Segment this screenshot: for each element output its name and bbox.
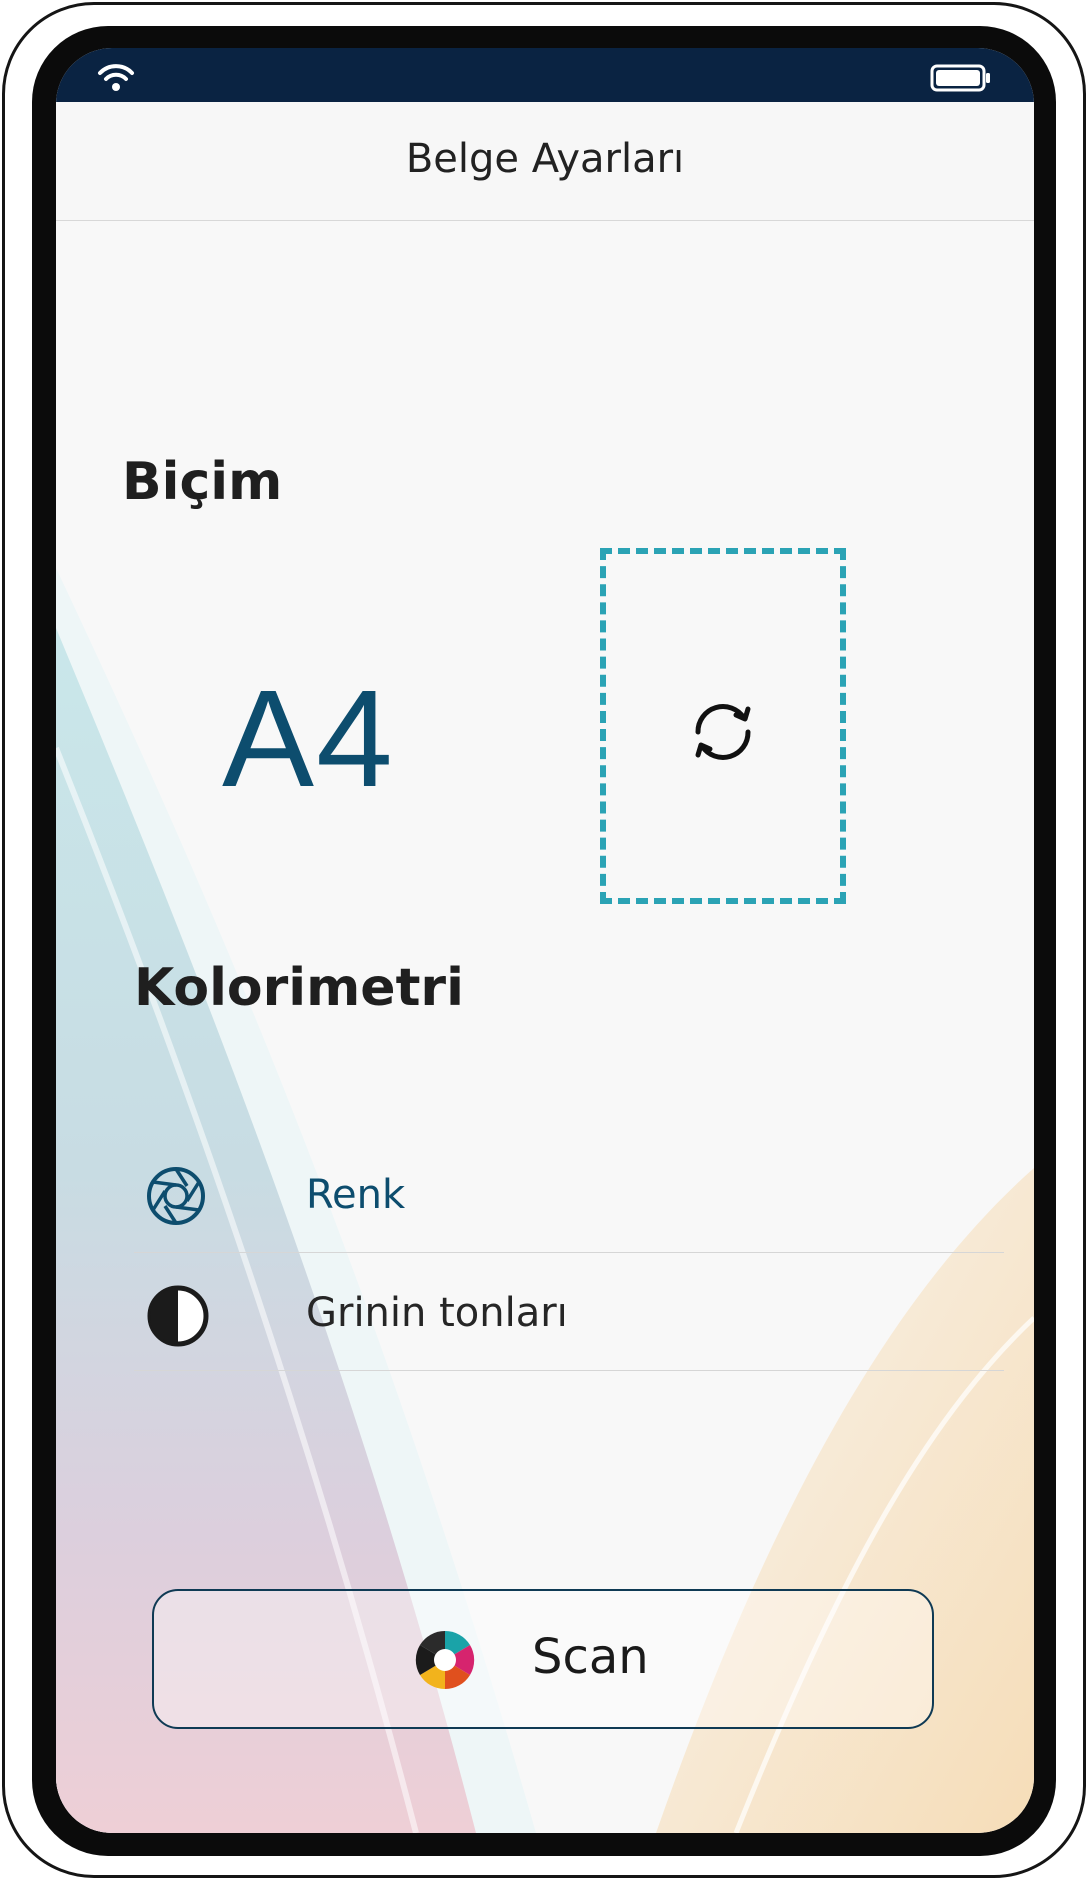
format-value[interactable]: A4 — [222, 660, 395, 819]
grayscale-option-label: Grinin tonları — [306, 1290, 568, 1336]
color-option-row[interactable]: Renk — [134, 1136, 1004, 1253]
scan-button-label: Scan — [532, 1629, 649, 1685]
color-option-label: Renk — [306, 1172, 406, 1218]
wifi-icon — [98, 64, 134, 91]
scan-logo-icon — [415, 1630, 475, 1690]
rotate-icon — [695, 704, 751, 760]
page-title: Belge Ayarları — [405, 136, 685, 182]
orientation-toggle[interactable] — [600, 548, 846, 904]
app-screen: Belge Ayarları Biçim A4 Kolorimetri Renk — [56, 48, 1034, 1833]
battery-icon — [930, 64, 990, 92]
scan-button[interactable]: Scan — [152, 1589, 934, 1729]
grayscale-option-row[interactable]: Grinin tonları — [134, 1254, 1004, 1371]
format-section-title: Biçim — [122, 452, 283, 512]
status-bar — [56, 48, 1034, 102]
aperture-icon — [147, 1167, 205, 1225]
background-art — [56, 568, 1034, 1833]
half-circle-icon — [147, 1285, 209, 1347]
colorimetry-section-title: Kolorimetri — [134, 958, 464, 1018]
navigation-bar: Belge Ayarları — [56, 102, 1034, 221]
